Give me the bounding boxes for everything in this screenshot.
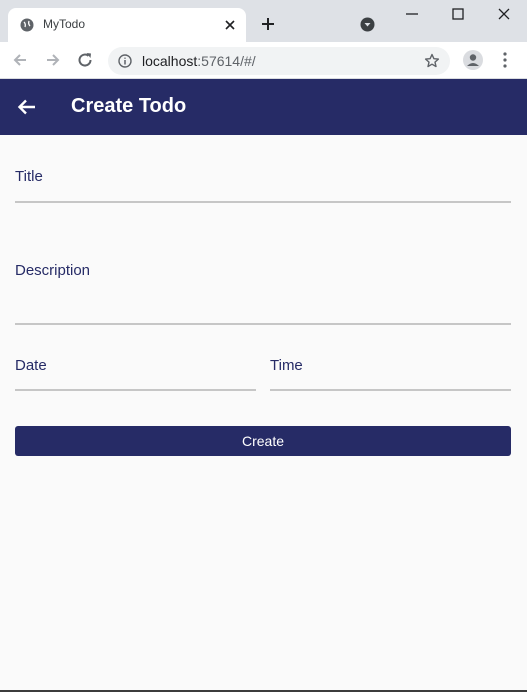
date-field[interactable]: Date: [15, 349, 256, 393]
maximize-icon[interactable]: [449, 5, 467, 23]
tab-search-icon[interactable]: [360, 17, 375, 32]
description-label: Description: [15, 262, 91, 279]
url-path: :57614/#/: [197, 53, 256, 69]
kebab-menu-icon[interactable]: [498, 51, 512, 69]
time-underline: [270, 389, 511, 391]
address-bar[interactable]: localhost:57614/#/: [108, 47, 450, 75]
back-arrow-icon[interactable]: [11, 51, 29, 69]
reload-icon[interactable]: [76, 51, 94, 69]
tab-title: MyTodo: [43, 17, 86, 31]
browser-toolbar: localhost:57614/#/: [0, 42, 527, 79]
time-field[interactable]: Time: [270, 349, 511, 393]
star-icon[interactable]: [424, 53, 440, 69]
time-label: Time: [270, 357, 303, 374]
close-icon[interactable]: [222, 17, 238, 33]
app-back-icon[interactable]: [16, 97, 38, 117]
title-underline: [15, 201, 511, 203]
title-label: Title: [15, 168, 43, 185]
browser-tabstrip: MyTodo: [0, 0, 527, 42]
window-close-icon[interactable]: [495, 5, 513, 23]
date-label: Date: [15, 357, 47, 374]
url-text: localhost:57614/#/: [142, 53, 256, 69]
app-bar: Create Todo: [0, 79, 527, 135]
forward-arrow-icon[interactable]: [44, 51, 62, 69]
description-field[interactable]: Description: [15, 254, 511, 326]
minimize-icon[interactable]: [403, 8, 421, 20]
browser-tab[interactable]: MyTodo: [8, 8, 246, 42]
description-underline: [15, 323, 511, 325]
page-title: Create Todo: [71, 95, 187, 117]
title-field[interactable]: Title: [15, 160, 511, 204]
globe-icon: [20, 18, 34, 32]
create-button[interactable]: Create: [15, 426, 511, 456]
date-underline: [15, 389, 256, 391]
info-icon[interactable]: [118, 54, 132, 68]
plus-icon[interactable]: [259, 15, 277, 33]
profile-icon[interactable]: [463, 50, 483, 70]
url-host: localhost: [142, 53, 198, 69]
